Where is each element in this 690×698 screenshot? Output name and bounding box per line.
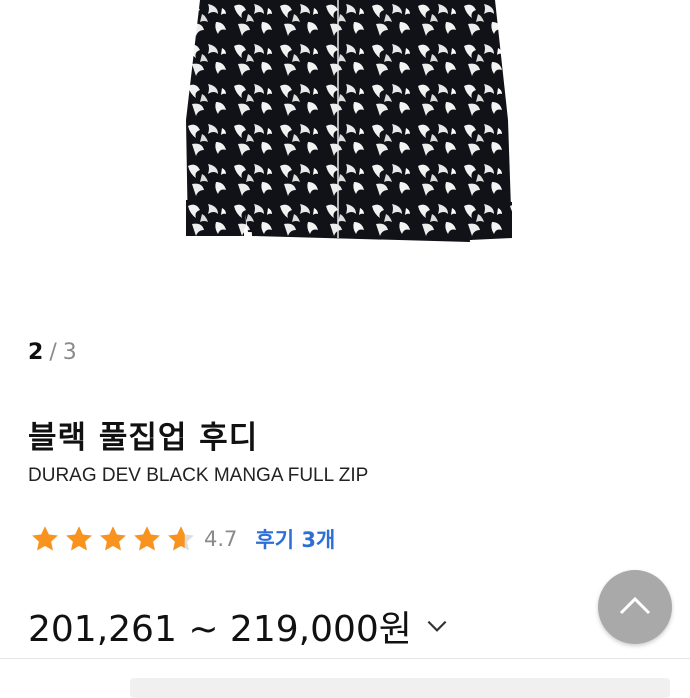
chevron-up-icon (619, 596, 651, 615)
pager-current: 2 (28, 340, 44, 365)
price-range-dropdown[interactable]: 201,261 ~ 219,000원 (28, 600, 450, 652)
pager-total: 3 (62, 340, 77, 365)
price-range: 201,261 ~ 219,000원 (28, 609, 412, 650)
star-icon (100, 526, 126, 551)
star-icon (32, 526, 58, 551)
pager-separator: / (49, 340, 57, 365)
next-section-placeholder (130, 678, 670, 698)
rating-row: 4.7 후기 3개 (28, 521, 335, 557)
scroll-to-top-button[interactable] (598, 570, 672, 644)
product-title: 블랙 풀집업 후디 (28, 420, 259, 456)
star-icon (66, 526, 92, 551)
divider (0, 658, 690, 659)
hoodie-image (186, 0, 512, 242)
product-image[interactable] (0, 0, 690, 318)
star-half-icon (168, 526, 194, 551)
product-subtitle: DURAG DEV BLACK MANGA FULL ZIP (28, 465, 369, 486)
reviews-link[interactable]: 후기 3개 (255, 524, 335, 554)
rating-value: 4.7 (204, 527, 238, 551)
star-icon (134, 526, 160, 551)
chevron-down-icon (427, 620, 447, 632)
star-rating (28, 524, 198, 554)
image-pager: 2/3 (28, 340, 77, 365)
